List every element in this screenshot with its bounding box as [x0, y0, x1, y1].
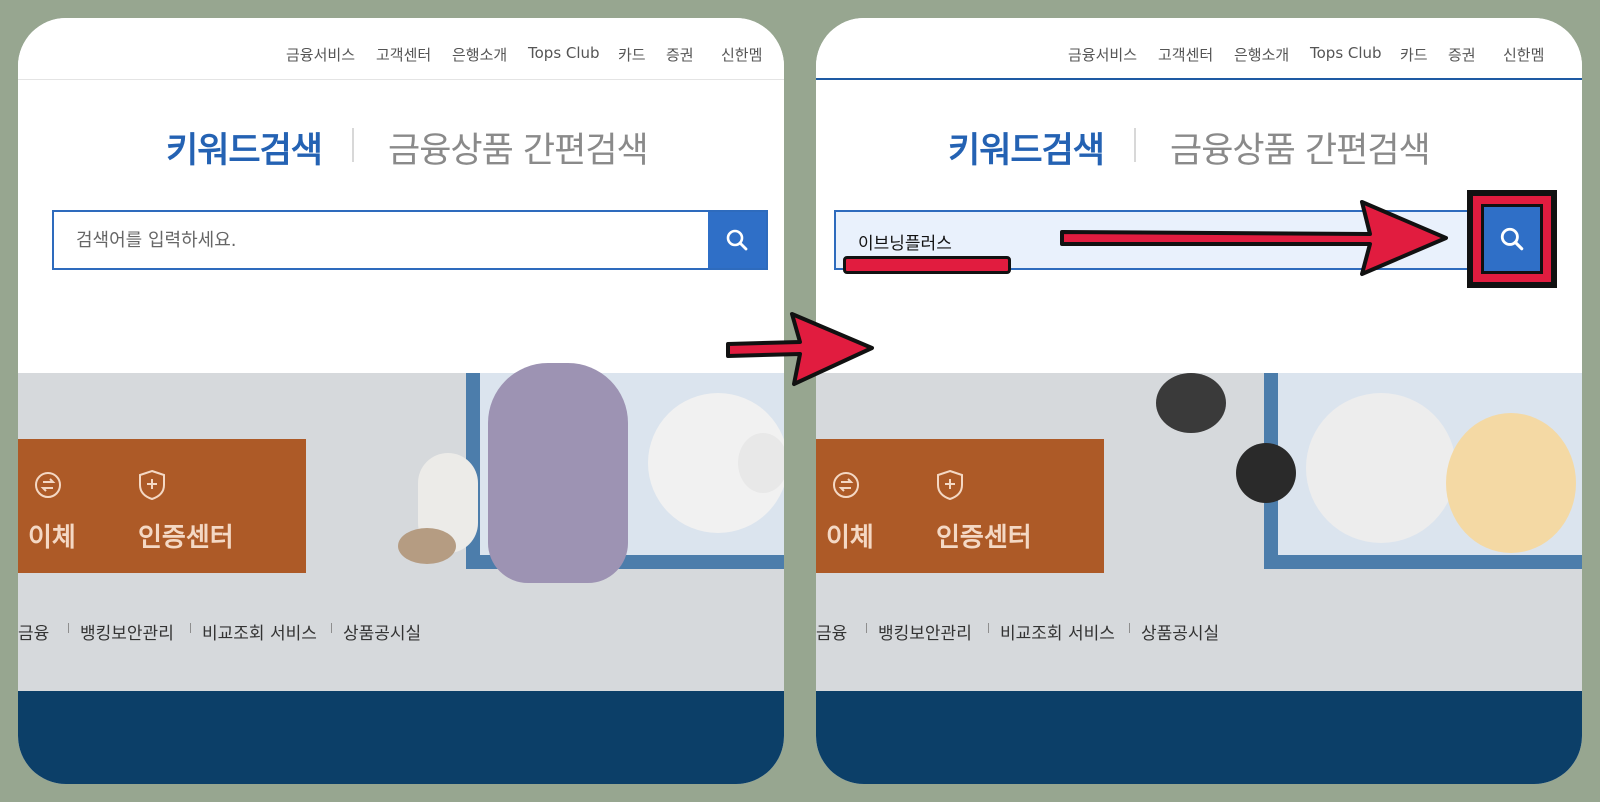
arrow-icon	[1060, 200, 1448, 276]
arrow-icon	[726, 312, 874, 386]
annotation-arrows	[726, 200, 1448, 386]
